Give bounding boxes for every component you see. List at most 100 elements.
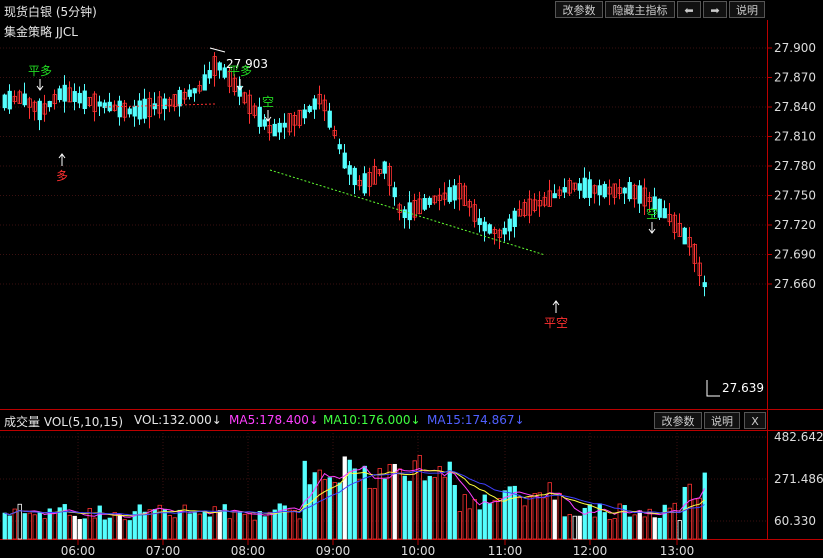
- volume-bar: [312, 472, 317, 540]
- volume-bar: [572, 515, 577, 540]
- volume-label: 成交量 VOL(5,10,15): [4, 415, 124, 429]
- volume-bar: [527, 496, 532, 540]
- candle-body: [352, 167, 357, 186]
- volume-bar: [37, 512, 42, 540]
- volume-bar: [292, 510, 297, 540]
- signal-label: 空: [262, 95, 274, 109]
- volume-bar: [342, 456, 347, 540]
- candle-body: [177, 89, 182, 107]
- ma5-value: MA5:178.400↓: [229, 413, 319, 427]
- volume-bar: [247, 512, 252, 540]
- volume-bar: [607, 519, 612, 540]
- time-tick-label: 10:00: [401, 544, 436, 558]
- candle-body: [207, 70, 212, 79]
- signal-label: 平空: [544, 316, 568, 330]
- candle-body: [47, 100, 52, 108]
- volume-bar: [82, 518, 87, 540]
- price-tick-label: 27.690: [774, 248, 816, 262]
- volume-bar: [632, 514, 637, 540]
- volume-bar: [677, 520, 682, 540]
- volume-bar: [107, 517, 112, 540]
- volume-bar: [587, 504, 592, 540]
- candle-body: [22, 93, 27, 106]
- volume-bar: [497, 498, 502, 540]
- volume-bar: [157, 504, 162, 540]
- candle-body: [97, 101, 102, 107]
- kline-chart[interactable]: 27.900 27.870 27.840 27.810 27.780 27.750 27.7…: [0, 0, 823, 558]
- candle-body: [262, 119, 267, 127]
- vol-close-button[interactable]: X: [744, 412, 766, 429]
- candle-body: [602, 183, 607, 198]
- volume-tick-label: 271.486: [774, 472, 823, 486]
- candle-body: [347, 165, 352, 175]
- volume-bar: [242, 513, 247, 540]
- volume-bar: [557, 492, 562, 540]
- candle-body: [142, 98, 147, 119]
- candle-body: [37, 100, 42, 121]
- volume-bar: [612, 518, 617, 540]
- volume-bar: [277, 503, 282, 540]
- vol-value: VOL:132.000↓: [134, 413, 222, 427]
- candle-body: [512, 210, 517, 227]
- candle-body: [422, 198, 427, 210]
- candle-body: [57, 88, 62, 101]
- candle-body: [2, 94, 7, 109]
- candle-body: [552, 193, 557, 199]
- volume-bar: [197, 513, 202, 540]
- volume-bar: [267, 511, 272, 540]
- volume-bar: [652, 517, 657, 540]
- volume-bar: [547, 482, 552, 540]
- volume-bar: [407, 480, 412, 540]
- signal-label: 多: [56, 169, 68, 183]
- volume-bar: [432, 477, 437, 540]
- candle-body: [327, 110, 332, 128]
- ma15-value: MA15:174.867↓: [427, 413, 525, 427]
- candle-body: [477, 218, 482, 225]
- candle-body: [407, 202, 412, 221]
- volume-bar: [577, 515, 582, 540]
- volume-bar: [322, 479, 327, 540]
- volume-bar: [367, 487, 372, 540]
- volume-bar: [137, 504, 142, 540]
- volume-bar: [452, 485, 457, 540]
- volume-bar: [122, 519, 127, 540]
- volume-bar: [192, 512, 197, 540]
- volume-bar: [77, 519, 82, 540]
- volume-bar: [202, 511, 207, 540]
- volume-bar: [7, 515, 12, 540]
- candle-body: [682, 227, 687, 245]
- price-tick-label: 27.840: [774, 100, 816, 114]
- volume-bar: [357, 478, 362, 540]
- candle-body: [132, 105, 137, 117]
- volume-bar: [32, 514, 37, 540]
- candle-body: [362, 173, 367, 194]
- signal-label: 平多: [28, 64, 52, 78]
- vol-edit-params-button[interactable]: 改参数: [654, 412, 702, 429]
- time-tick-label: 07:00: [146, 544, 181, 558]
- volume-bar: [207, 516, 212, 540]
- price-tick-label: 27.660: [774, 277, 816, 291]
- volume-bar: [637, 510, 642, 540]
- candle-body: [507, 218, 512, 232]
- vol-help-button[interactable]: 说明: [704, 412, 740, 429]
- candle-body: [382, 161, 387, 174]
- volume-bar: [387, 464, 392, 540]
- volume-bar: [232, 510, 237, 540]
- volume-bar: [72, 515, 77, 540]
- candle-body: [62, 84, 67, 102]
- volume-bar: [537, 492, 542, 540]
- volume-bar: [332, 482, 337, 540]
- candle-body: [392, 187, 397, 198]
- candle-body: [342, 152, 347, 169]
- candle-body: [562, 187, 567, 193]
- volume-bar: [52, 512, 57, 540]
- volume-bar: [252, 519, 257, 540]
- volume-bar: [402, 475, 407, 540]
- volume-bar: [237, 511, 242, 540]
- volume-bar: [542, 497, 547, 540]
- volume-bar: [382, 478, 387, 540]
- candle-body: [702, 282, 707, 288]
- volume-bar: [372, 488, 377, 540]
- volume-bar: [27, 512, 32, 540]
- volume-tick-label: 60.330: [774, 514, 816, 528]
